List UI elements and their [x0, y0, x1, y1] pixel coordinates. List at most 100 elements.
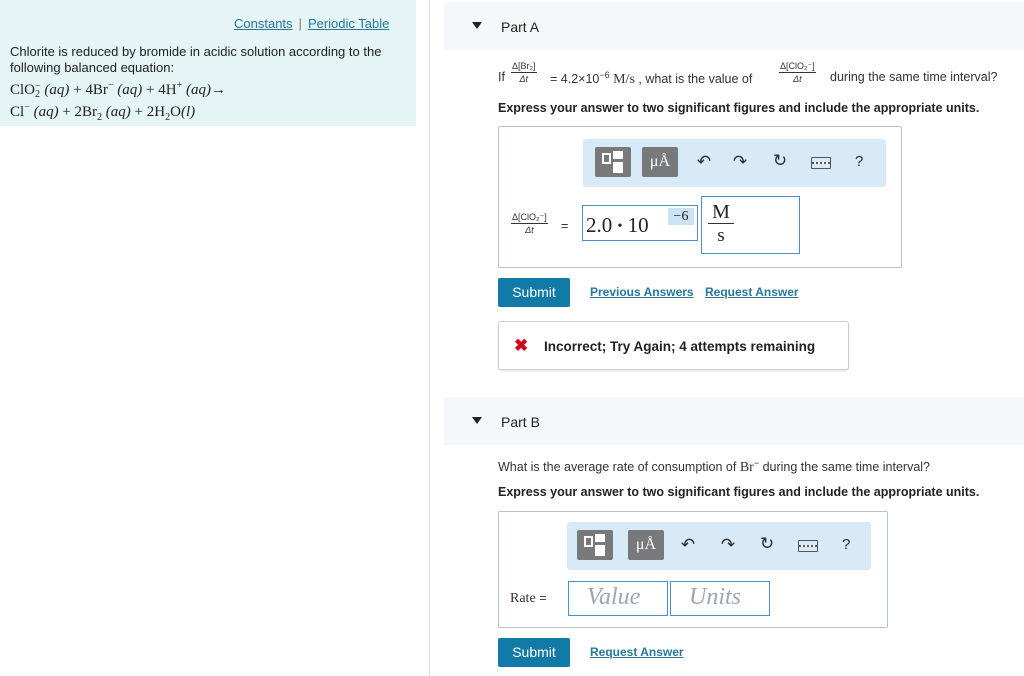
part-b-title: Part B — [501, 414, 540, 430]
templates-icon[interactable] — [577, 530, 613, 560]
part-a-submit-button[interactable]: Submit — [498, 278, 570, 307]
collapse-triangle-icon[interactable] — [472, 417, 482, 424]
fraction-denominator: Δt — [525, 225, 534, 235]
answer-equals: = — [561, 219, 569, 233]
undo-icon[interactable]: ↶ — [694, 152, 714, 172]
question-tail-text: during the same time interval? — [830, 70, 998, 84]
keyboard-icon[interactable] — [798, 540, 818, 552]
part-a-given-value: = 4.2×10−6 M/s , what is the value of — [550, 70, 752, 88]
part-a-answer-box: μÅ ↶ ↷ ↻ ? Δ[ClO₂⁻] Δt = 2.0 • 10 −6 M s — [498, 126, 902, 268]
value-input[interactable]: 2.0 • 10 −6 — [582, 205, 698, 241]
given-units: M/s — [613, 72, 635, 88]
part-b-instructions: Express your answer to two significant f… — [498, 485, 980, 499]
equation-line-1: ClO −2 (aq) + 4Br− (aq) + 4H+ (aq)→ — [10, 77, 410, 99]
value-exponent[interactable]: −6 — [668, 208, 694, 225]
units-numerator: M — [708, 201, 734, 224]
redo-icon[interactable]: ↷ — [718, 535, 738, 555]
units-input[interactable]: M s — [701, 196, 800, 254]
rate-equals: = — [539, 591, 547, 605]
help-icon[interactable]: ? — [842, 536, 850, 553]
value-base: 10 — [627, 213, 649, 237]
units-symbols-icon[interactable]: μÅ — [628, 530, 664, 560]
eq-br: 4Br — [85, 82, 108, 98]
help-icon[interactable]: ? — [855, 153, 863, 170]
value-dot: • — [617, 219, 623, 235]
question-text: What is the average rate of consumption … — [498, 460, 737, 475]
part-a-if: If — [498, 70, 505, 84]
eq-h: 4H — [158, 82, 177, 98]
periodic-table-link[interactable]: Periodic Table — [308, 16, 389, 31]
question-species: Br — [739, 460, 754, 476]
eq-plus: + — [134, 104, 144, 120]
part-b-question: What is the average rate of consumption … — [498, 458, 930, 476]
part-a-instructions: Express your answer to two significant f… — [498, 101, 980, 115]
math-toolbar: μÅ ↶ ↷ ↻ ? — [583, 139, 886, 187]
rate-br2-fraction: Δ[Br₂] Δt — [511, 61, 537, 84]
reset-icon[interactable]: ↻ — [770, 151, 790, 171]
part-a-header[interactable]: Part A — [444, 2, 1024, 50]
feedback-box: ✖ Incorrect; Try Again; 4 attempts remai… — [498, 321, 849, 370]
eq-br2-sub: 2 — [97, 112, 103, 123]
answer-label-fraction: Δ[ClO₂⁻] Δt — [511, 212, 548, 235]
units-symbols-icon[interactable]: μÅ — [642, 147, 678, 177]
link-separator: | — [298, 16, 302, 31]
intro-text: Chlorite is reduced by bromide in acidic… — [10, 44, 382, 75]
problem-intro-panel: Constants | Periodic Table Chlorite is red… — [0, 0, 416, 126]
collapse-triangle-icon[interactable] — [472, 22, 482, 29]
value-placeholder: Value — [587, 584, 641, 610]
eq-cl-charge: − — [24, 102, 30, 113]
part-b-submit-button[interactable]: Submit — [498, 638, 570, 667]
column-divider — [429, 0, 430, 676]
value-display: 2.0 • 10 — [586, 213, 649, 238]
question-text-tail: during the same time interval? — [762, 460, 931, 475]
previous-answers-link[interactable]: Previous Answers — [590, 285, 694, 299]
eq-cl: Cl — [10, 104, 25, 120]
rate-units-input[interactable]: Units — [670, 581, 770, 616]
eq-clo2: ClO — [10, 82, 36, 98]
templates-icon[interactable] — [595, 147, 631, 177]
redo-icon[interactable]: ↷ — [730, 152, 750, 172]
question-species-charge: − — [753, 458, 760, 468]
intro-text-block: Chlorite is reduced by bromide in acidic… — [10, 44, 410, 126]
constants-link[interactable]: Constants — [234, 16, 293, 31]
value-mantissa: 2.0 — [586, 213, 613, 237]
eq-br-charge: − — [107, 80, 114, 91]
eq-phase: (l) — [180, 104, 196, 120]
rate-label: Rate = — [510, 589, 547, 607]
eq-phase: (aq) — [33, 104, 59, 120]
eq-h2o-o: O — [170, 104, 181, 120]
units-denominator: s — [717, 225, 725, 246]
given-exponent: −6 — [599, 70, 610, 80]
eq-phase: (aq) — [117, 82, 143, 98]
rate-clo2-fraction: Δ[ClO₂⁻] Δt — [779, 61, 816, 84]
question-middle-text: , what is the value of — [638, 72, 753, 87]
eq-plus: + — [73, 82, 82, 98]
part-b-request-answer-link[interactable]: Request Answer — [590, 645, 684, 659]
rate-label-text: Rate — [510, 591, 536, 606]
eq-phase: (aq) — [44, 82, 70, 98]
part-b-header[interactable]: Part B — [444, 397, 1024, 445]
fraction-numerator: Δ[ClO₂⁻] — [511, 212, 548, 224]
math-toolbar: μÅ ↶ ↷ ↻ ? — [567, 522, 871, 570]
units-placeholder: Units — [689, 584, 742, 610]
eq-br2: 2Br — [74, 104, 98, 120]
fraction-numerator: Δ[ClO₂⁻] — [779, 61, 816, 73]
rate-value-input[interactable]: Value — [568, 581, 668, 616]
feedback-message: Incorrect; Try Again; 4 attempts remaini… — [544, 339, 816, 354]
equation-line-2: Cl− (aq) + 2Br2 (aq) + 2H2O(l) — [10, 99, 410, 126]
units-fraction: M s — [708, 201, 734, 248]
eq-h-charge: + — [176, 80, 183, 91]
incorrect-x-icon: ✖ — [514, 336, 529, 355]
fraction-denominator: Δt — [793, 74, 802, 84]
resource-links: Constants | Periodic Table — [234, 16, 389, 31]
fraction-denominator: Δt — [519, 74, 529, 84]
keyboard-icon[interactable] — [811, 157, 831, 169]
eq-phase: (aq) — [105, 104, 131, 120]
part-a-title: Part A — [501, 19, 540, 35]
eq-plus: + — [146, 82, 155, 98]
part-b-answer-box: μÅ ↶ ↷ ↻ ? Rate = Value Units — [498, 511, 888, 628]
reset-icon[interactable]: ↻ — [757, 534, 777, 554]
undo-icon[interactable]: ↶ — [678, 535, 698, 555]
eq-plus: + — [62, 104, 71, 120]
part-a-request-answer-link[interactable]: Request Answer — [705, 285, 799, 299]
